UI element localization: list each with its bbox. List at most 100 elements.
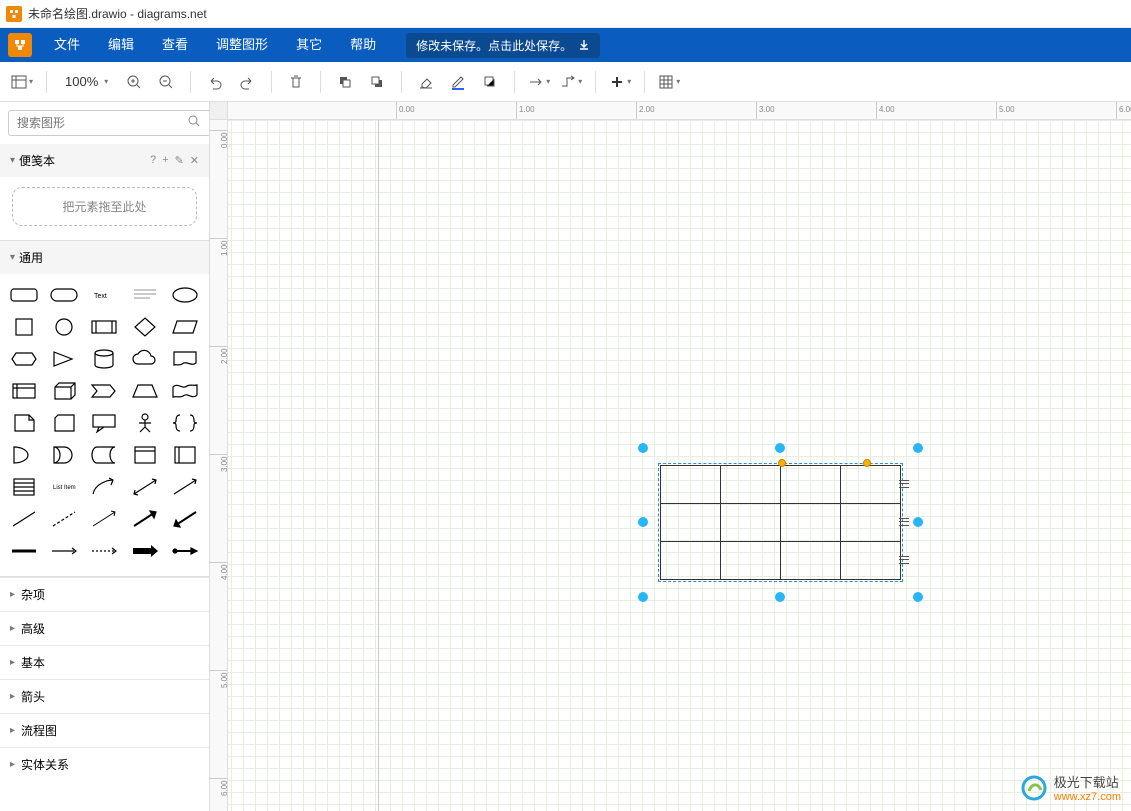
- process-shape[interactable]: [86, 314, 122, 340]
- menu-view[interactable]: 查看: [148, 28, 202, 62]
- selected-table-object[interactable]: [660, 465, 901, 580]
- line-color-button[interactable]: [444, 68, 472, 96]
- rounded-rectangle-shape[interactable]: [6, 282, 42, 308]
- common-shapes-header[interactable]: ▾ 通用: [0, 241, 209, 274]
- category-item[interactable]: ▸箭头: [0, 679, 209, 713]
- view-mode-button[interactable]: ▾: [8, 68, 36, 96]
- table-button[interactable]: ▾: [655, 68, 683, 96]
- row-handle[interactable]: [899, 477, 909, 491]
- circle-shape[interactable]: [46, 314, 82, 340]
- bold-arrow-shape[interactable]: [127, 506, 163, 532]
- and-shape[interactable]: [46, 442, 82, 468]
- dir-conn-shape[interactable]: [167, 538, 203, 564]
- to-back-button[interactable]: [363, 68, 391, 96]
- insert-button[interactable]: ▾: [606, 68, 634, 96]
- line-shape[interactable]: [6, 506, 42, 532]
- note-shape[interactable]: [6, 410, 42, 436]
- scratchpad-dropzone[interactable]: 把元素拖至此处: [12, 187, 197, 226]
- curve-arrow-shape[interactable]: [86, 474, 122, 500]
- dotted-conn-shape[interactable]: [86, 538, 122, 564]
- connector-style-button[interactable]: ▾: [525, 68, 553, 96]
- to-front-button[interactable]: [331, 68, 359, 96]
- step-shape[interactable]: [86, 378, 122, 404]
- delete-button[interactable]: [282, 68, 310, 96]
- waypoint-style-button[interactable]: ▾: [557, 68, 585, 96]
- curly-bracket-shape[interactable]: [167, 410, 203, 436]
- category-item[interactable]: ▸高级: [0, 611, 209, 645]
- trapezoid-shape[interactable]: [127, 378, 163, 404]
- resize-handle-e[interactable]: [913, 517, 923, 527]
- zoom-selector[interactable]: 100%▾: [57, 74, 116, 89]
- category-item[interactable]: ▸基本: [0, 645, 209, 679]
- list-shape[interactable]: [6, 474, 42, 500]
- text-shape[interactable]: Text: [86, 282, 122, 308]
- thin-arrow-conn[interactable]: [46, 538, 82, 564]
- cloud-shape[interactable]: [127, 346, 163, 372]
- category-item[interactable]: ▸实体关系: [0, 747, 209, 781]
- category-label: 基本: [21, 654, 45, 671]
- menu-help[interactable]: 帮助: [336, 28, 390, 62]
- zoom-in-button[interactable]: [120, 68, 148, 96]
- hexagon-shape[interactable]: [6, 346, 42, 372]
- container2-shape[interactable]: [167, 442, 203, 468]
- resize-handle-sw[interactable]: [638, 592, 648, 602]
- canvas[interactable]: [228, 120, 1131, 811]
- or-shape[interactable]: [6, 442, 42, 468]
- dashed-line-shape[interactable]: [46, 506, 82, 532]
- close-icon[interactable]: ✕: [190, 154, 199, 167]
- resize-handle-n[interactable]: [775, 443, 785, 453]
- rounded-rectangle2-shape[interactable]: [46, 282, 82, 308]
- block-arrow-shape[interactable]: [127, 538, 163, 564]
- resize-handle-w[interactable]: [638, 517, 648, 527]
- diamond-shape[interactable]: [127, 314, 163, 340]
- add-icon[interactable]: +: [162, 154, 168, 167]
- card-shape[interactable]: [46, 410, 82, 436]
- paragraph-shape[interactable]: [127, 282, 163, 308]
- category-item[interactable]: ▸杂项: [0, 577, 209, 611]
- thick-line-shape[interactable]: [6, 538, 42, 564]
- cube-shape[interactable]: [46, 378, 82, 404]
- ellipse-shape[interactable]: [167, 282, 203, 308]
- menu-file[interactable]: 文件: [40, 28, 94, 62]
- save-prompt-button[interactable]: 修改未保存。点击此处保存。: [406, 33, 600, 58]
- resize-handle-ne[interactable]: [913, 443, 923, 453]
- resize-handle-se[interactable]: [913, 592, 923, 602]
- bidir-arrow-shape[interactable]: [127, 474, 163, 500]
- zoom-out-button[interactable]: [152, 68, 180, 96]
- triangle-shape[interactable]: [46, 346, 82, 372]
- line-arrow-shape[interactable]: [86, 506, 122, 532]
- arrow-shape[interactable]: [167, 474, 203, 500]
- actor-shape[interactable]: [127, 410, 163, 436]
- connection-point[interactable]: [863, 459, 871, 467]
- scratchpad-header[interactable]: ▾ 便笺本 ? + ✎ ✕: [0, 144, 209, 177]
- redo-button[interactable]: [233, 68, 261, 96]
- cylinder-shape[interactable]: [86, 346, 122, 372]
- document-shape[interactable]: [167, 346, 203, 372]
- edit-icon[interactable]: ✎: [175, 154, 184, 167]
- search-input[interactable]: [8, 110, 210, 136]
- shadow-button[interactable]: [476, 68, 504, 96]
- tape-shape[interactable]: [167, 378, 203, 404]
- rotation-handle[interactable]: [778, 459, 786, 467]
- resize-handle-s[interactable]: [775, 592, 785, 602]
- menu-extras[interactable]: 其它: [282, 28, 336, 62]
- menu-edit[interactable]: 编辑: [94, 28, 148, 62]
- container-shape[interactable]: [127, 442, 163, 468]
- internal-storage-shape[interactable]: [6, 378, 42, 404]
- reverse-arrow-shape[interactable]: [167, 506, 203, 532]
- data-storage-shape[interactable]: [86, 442, 122, 468]
- fill-color-button[interactable]: [412, 68, 440, 96]
- resize-handle-nw[interactable]: [638, 443, 648, 453]
- row-handle[interactable]: [899, 515, 909, 529]
- square-shape[interactable]: [6, 314, 42, 340]
- parallelogram-shape[interactable]: [167, 314, 203, 340]
- callout-shape[interactable]: [86, 410, 122, 436]
- row-handle[interactable]: [899, 553, 909, 567]
- ruler-label: 3.00: [759, 105, 775, 114]
- drawio-logo-icon[interactable]: [8, 33, 32, 57]
- help-icon[interactable]: ?: [150, 154, 156, 167]
- category-item[interactable]: ▸流程图: [0, 713, 209, 747]
- menu-format[interactable]: 调整图形: [202, 28, 282, 62]
- list-item-shape[interactable]: List Item: [46, 474, 82, 500]
- undo-button[interactable]: [201, 68, 229, 96]
